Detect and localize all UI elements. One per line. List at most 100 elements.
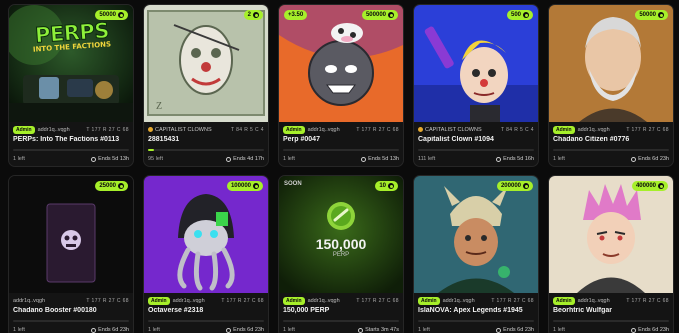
listing-card[interactable]: 50000 PERPS INTO THE FACTIONS Admin addr… [8, 4, 134, 167]
admin-badge: Admin [148, 296, 170, 305]
coin-icon [253, 12, 259, 18]
listing-card[interactable]: +3.50 500000 Admin addr1q..vqgh T 177 R … [278, 4, 404, 167]
nft-title[interactable]: Chadano Citizen #0776 [553, 136, 669, 143]
ends-timer: Ends 6d 23h [631, 156, 669, 162]
card-meta: Admin addr1q..vqgh T 177 R 27 C 68 [13, 125, 129, 134]
price-badge: 10 [375, 181, 398, 191]
rarity-stats: T 84 R 5 C 4 [500, 126, 534, 133]
rarity-stats: T 177 R 27 C 68 [86, 297, 129, 304]
price-badge: 2 [243, 10, 263, 20]
owner-address[interactable]: addr1q..vqgh [173, 298, 205, 304]
collection-name[interactable]: CAPITALIST CLOWNS [418, 127, 482, 133]
card-footer: 1 left Starts 3m 47s [283, 327, 399, 333]
card-meta: Admin addr1q..vqgh T 177 R 27 C 68 [148, 296, 264, 305]
coin-icon [388, 183, 394, 189]
collection-label: CAPITALIST CLOWNS [155, 126, 212, 133]
nft-title[interactable]: Chadano Booster #00180 [13, 307, 129, 314]
remaining-count: 1 left [553, 156, 565, 162]
collection-icon [148, 127, 153, 132]
listing-card[interactable]: 200000 Admin addr1q..vqgh T 177 R 27 C 6… [413, 175, 539, 333]
rarity-stats: T 177 R 27 C 68 [356, 297, 399, 304]
remaining-count: 95 left [148, 156, 163, 162]
card-footer: 1 left Ends 6d 23h [553, 156, 669, 162]
token-amount: 150,000 [315, 236, 367, 252]
clock-icon [361, 156, 367, 162]
coin-icon [523, 12, 529, 18]
listing-card[interactable]: Z 2 CAPITALIST CLOWNS T 84 R 5 C 4 28815… [143, 4, 269, 167]
coin-icon [118, 183, 124, 189]
nft-image[interactable] [549, 176, 673, 293]
ends-timer: Ends 6d 23h [631, 327, 669, 333]
card-footer: 1 left Ends 5d 13h [283, 156, 399, 162]
card-meta: Admin addr1q..vqgh T 177 R 27 C 68 [283, 125, 399, 134]
nft-image[interactable] [414, 176, 538, 293]
rarity-stats: T 177 R 27 C 68 [86, 126, 129, 133]
listing-card[interactable]: 100000 Admin addr1q..vqgh T 177 R 27 C 6… [143, 175, 269, 333]
nft-image[interactable]: Z [144, 5, 268, 122]
card-meta: Admin addr1q..vqgh T 177 R 27 C 68 [283, 296, 399, 305]
listing-grid: 50000 PERPS INTO THE FACTIONS Admin addr… [8, 4, 674, 333]
supply-progress [553, 149, 669, 151]
owner-address[interactable]: addr1q..vqgh [308, 298, 340, 304]
nft-image[interactable] [549, 5, 673, 122]
card-meta: CAPITALIST CLOWNS T 84 R 5 C 4 [148, 125, 264, 134]
ends-text: Ends 6d 23h [98, 327, 129, 333]
supply-progress [553, 320, 669, 322]
ends-text: Ends 6d 23h [638, 327, 669, 333]
price-badge: 500 [506, 10, 533, 20]
ends-text: Ends 5d 13h [368, 156, 399, 162]
nft-image[interactable] [279, 5, 403, 122]
ends-timer: Ends 6d 23h [226, 327, 264, 333]
nft-image[interactable] [144, 176, 268, 293]
nft-title[interactable]: IsIaNOVA: Apex Legends #1945 [418, 307, 534, 314]
listing-card[interactable]: 50000 Admin addr1q..vqgh T 177 R 27 C 68… [548, 4, 674, 167]
nft-title[interactable]: Perp #0047 [283, 136, 399, 143]
ends-timer: Ends 5d 13h [361, 156, 399, 162]
nft-title[interactable]: Beorhtric Wulfgar [553, 307, 669, 314]
admin-badge: Admin [553, 296, 575, 305]
ends-timer: Ends 5d 16h [496, 156, 534, 162]
admin-badge: Admin [13, 125, 35, 134]
nft-title[interactable]: Octaverse #2318 [148, 307, 264, 314]
admin-badge: Admin [418, 296, 440, 305]
nft-image[interactable] [414, 5, 538, 122]
collection-name[interactable]: CAPITALIST CLOWNS [148, 127, 212, 133]
soon-label: SOON [284, 181, 302, 187]
listing-card[interactable]: 500 CAPITALIST CLOWNS T 84 R 5 C 4 Capit… [413, 4, 539, 167]
clock-icon [631, 156, 637, 162]
price-badge: 25000 [95, 181, 128, 191]
card-meta: Admin addr1q..vqgh T 177 R 27 C 68 [418, 296, 534, 305]
owner-address[interactable]: addr1q..vqgh [13, 298, 45, 304]
nft-title[interactable]: 28815431 [148, 136, 264, 143]
card-footer: 95 left Ends 4d 17h [148, 156, 264, 162]
rarity-stats: T 177 R 27 C 68 [491, 297, 534, 304]
coin-icon [253, 183, 259, 189]
listing-card[interactable]: SOON 10 150,000 PERP Admin addr1q..vqgh … [278, 175, 404, 333]
card-meta: Admin addr1q..vqgh T 177 R 27 C 68 [553, 125, 669, 134]
remaining-count: 1 left [283, 156, 295, 162]
nft-image[interactable] [9, 176, 133, 293]
owner-address[interactable]: addr1q..vqgh [308, 127, 340, 133]
listing-card[interactable]: 400000 Admin addr1q..vqgh T 177 R 27 C 6… [548, 175, 674, 333]
owner-address[interactable]: addr1q..vqgh [443, 298, 475, 304]
nft-title[interactable]: 150,000 PERP [283, 307, 399, 314]
nft-image[interactable] [279, 176, 403, 293]
coin-icon [658, 183, 664, 189]
owner-address[interactable]: addr1q..vqgh [38, 127, 70, 133]
bonus-chip: +3.50 [284, 10, 308, 20]
card-footer: 1 left Ends 6d 23h [553, 327, 669, 333]
supply-progress [283, 320, 399, 322]
clock-icon [91, 156, 97, 162]
supply-progress [148, 149, 264, 151]
nft-title[interactable]: Capitalist Clown #1094 [418, 136, 534, 143]
owner-address[interactable]: addr1q..vqgh [578, 298, 610, 304]
price-badge: 200000 [496, 181, 533, 191]
rarity-stats: T 177 R 27 C 68 [626, 126, 669, 133]
ends-text: Ends 5d 13h [98, 156, 129, 162]
nft-title[interactable]: PERPs: Into The Factions #0113 [13, 136, 129, 143]
supply-progress [418, 149, 534, 151]
owner-address[interactable]: addr1q..vqgh [578, 127, 610, 133]
listing-card[interactable]: 25000 addr1q..vqgh T 177 R 27 C 68 Chada… [8, 175, 134, 333]
remaining-count: 1 left [148, 327, 160, 333]
rarity-stats: T 177 R 27 C 68 [356, 126, 399, 133]
